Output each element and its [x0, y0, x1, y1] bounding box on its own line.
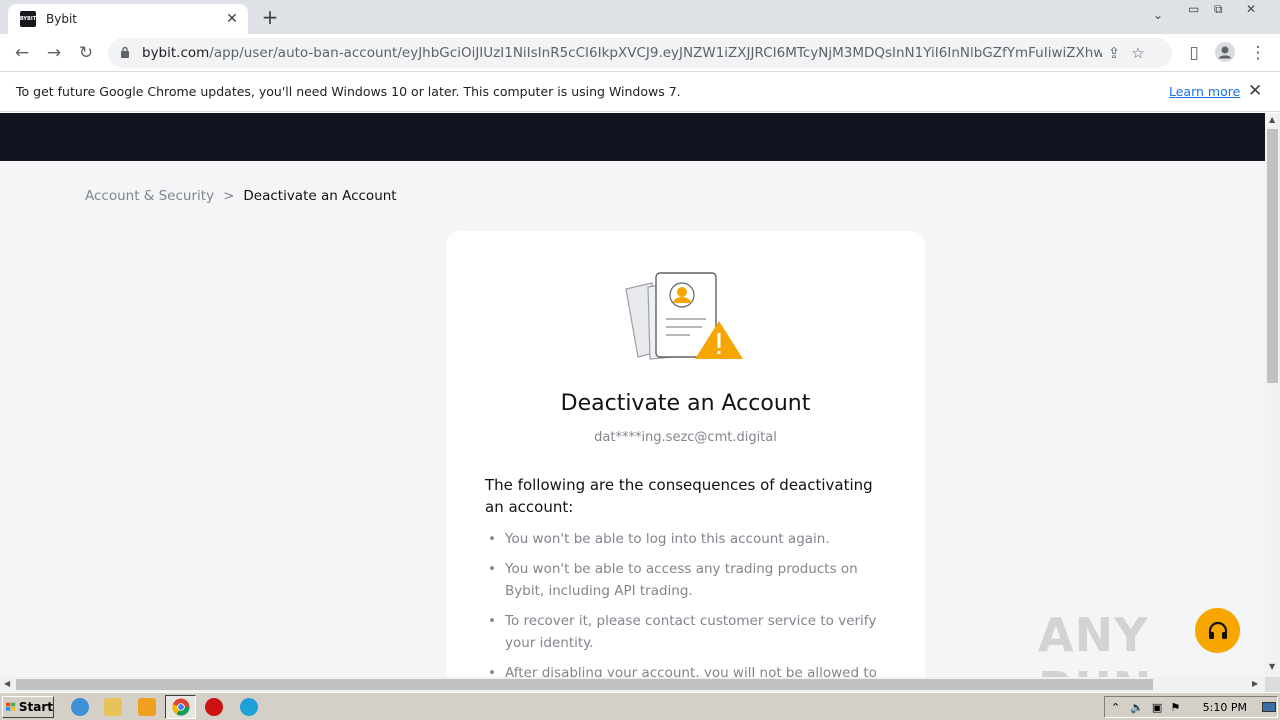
scroll-up-arrow-icon[interactable]: ▲: [1269, 115, 1275, 124]
tab-strip: BYBIT Bybit ✕ + ⌄ ▭ ⧉ ✕: [0, 0, 1280, 34]
edge-icon[interactable]: [240, 698, 258, 716]
windows-logo-icon: [6, 702, 16, 711]
scroll-left-arrow-icon[interactable]: ◀: [4, 679, 10, 688]
deactivate-card: Deactivate an Account dat****ing.sezc@cm…: [446, 231, 925, 677]
vertical-scrollbar[interactable]: ▲ ▼: [1265, 113, 1280, 677]
page-content: Account & Security > Deactivate an Accou…: [0, 113, 1265, 677]
new-tab-button[interactable]: +: [258, 5, 282, 29]
forward-arrow-icon[interactable]: →: [43, 42, 65, 64]
breadcrumb-account-security[interactable]: Account & Security: [85, 188, 214, 204]
scroll-down-arrow-icon[interactable]: ▼: [1269, 662, 1275, 671]
taskbar-clock[interactable]: 5:10 PM: [1203, 701, 1247, 714]
side-panel-icon[interactable]: ▯: [1183, 42, 1205, 64]
network-icon[interactable]: ▣: [1152, 701, 1162, 714]
window-close-button[interactable]: ✕: [1246, 2, 1256, 16]
start-label: Start: [18, 700, 53, 714]
volume-icon[interactable]: 🔈: [1130, 701, 1144, 714]
support-chat-button[interactable]: [1195, 608, 1240, 653]
infobar-close-icon[interactable]: ✕: [1248, 81, 1262, 101]
media-player-icon[interactable]: [138, 698, 156, 716]
start-button[interactable]: Start: [2, 696, 54, 718]
tab-search-chevron-icon[interactable]: ⌄: [1153, 8, 1163, 22]
bybit-favicon: BYBIT: [20, 11, 36, 27]
site-header: [0, 113, 1265, 161]
menu-kebab-icon[interactable]: ⋮: [1247, 42, 1269, 64]
tab-title: Bybit: [46, 12, 77, 26]
list-item: After disabling your account, you will n…: [485, 662, 895, 677]
address-bar[interactable]: bybit.com/app/user/auto-ban-account/eyJh…: [108, 38, 1172, 68]
system-tray: ⌃ 🔈 ▣ ⚑ 5:10 PM: [1104, 696, 1278, 718]
breadcrumb-current: Deactivate an Account: [243, 188, 397, 204]
list-item: You won't be able to log into this accou…: [485, 528, 895, 550]
chrome-icon: [172, 698, 190, 716]
horizontal-scrollbar[interactable]: ◀ ▶: [0, 677, 1265, 692]
update-infobar: To get future Google Chrome updates, you…: [0, 72, 1280, 112]
explorer-folder-icon[interactable]: [104, 698, 122, 716]
profile-avatar-icon[interactable]: [1214, 41, 1236, 63]
breadcrumb: Account & Security > Deactivate an Accou…: [85, 188, 397, 204]
infobar-message: To get future Google Chrome updates, you…: [16, 84, 681, 99]
bookmark-star-icon[interactable]: ☆: [1126, 44, 1150, 62]
vertical-scroll-thumb[interactable]: [1267, 129, 1278, 383]
list-item: To recover it, please contact customer s…: [485, 610, 895, 654]
ie-icon[interactable]: [71, 698, 89, 716]
show-desktop-icon[interactable]: [1262, 702, 1276, 712]
learn-more-link[interactable]: Learn more: [1169, 84, 1240, 99]
browser-tab[interactable]: BYBIT Bybit ✕: [8, 4, 248, 34]
consequences-heading: The following are the consequences of de…: [485, 476, 873, 516]
share-icon[interactable]: ⇪: [1102, 44, 1126, 62]
url-text[interactable]: bybit.com/app/user/auto-ban-account/eyJh…: [142, 45, 1102, 61]
scrollbar-corner: [1265, 677, 1280, 692]
reload-icon[interactable]: ↻: [75, 42, 97, 64]
browser-toolbar: ← → ↻ bybit.com/app/user/auto-ban-accoun…: [0, 34, 1280, 72]
action-center-flag-icon[interactable]: ⚑: [1170, 701, 1180, 714]
back-arrow-icon[interactable]: ←: [11, 42, 33, 64]
windows-taskbar: Start ⌃ 🔈 ▣ ⚑ 5:10 PM: [0, 692, 1280, 720]
lock-icon: [120, 46, 134, 61]
scroll-right-arrow-icon[interactable]: ▶: [1252, 679, 1258, 688]
horizontal-scroll-thumb[interactable]: [16, 679, 1153, 690]
list-item: You won't be able to access any trading …: [485, 558, 895, 602]
chrome-taskbar-button[interactable]: [165, 695, 196, 719]
tray-expand-icon[interactable]: ⌃: [1111, 701, 1120, 714]
masked-email: dat****ing.sezc@cmt.digital: [594, 430, 777, 445]
restore-button[interactable]: ⧉: [1214, 2, 1223, 17]
minimize-button[interactable]: ▭: [1188, 2, 1199, 16]
headset-icon: [1208, 621, 1227, 639]
document-warning-illustration: [625, 272, 743, 360]
opera-icon[interactable]: [205, 698, 223, 716]
card-title: Deactivate an Account: [560, 391, 811, 416]
consequences-list: You won't be able to log into this accou…: [485, 528, 895, 677]
breadcrumb-separator: >: [223, 188, 235, 204]
tab-close-icon[interactable]: ✕: [224, 11, 240, 27]
